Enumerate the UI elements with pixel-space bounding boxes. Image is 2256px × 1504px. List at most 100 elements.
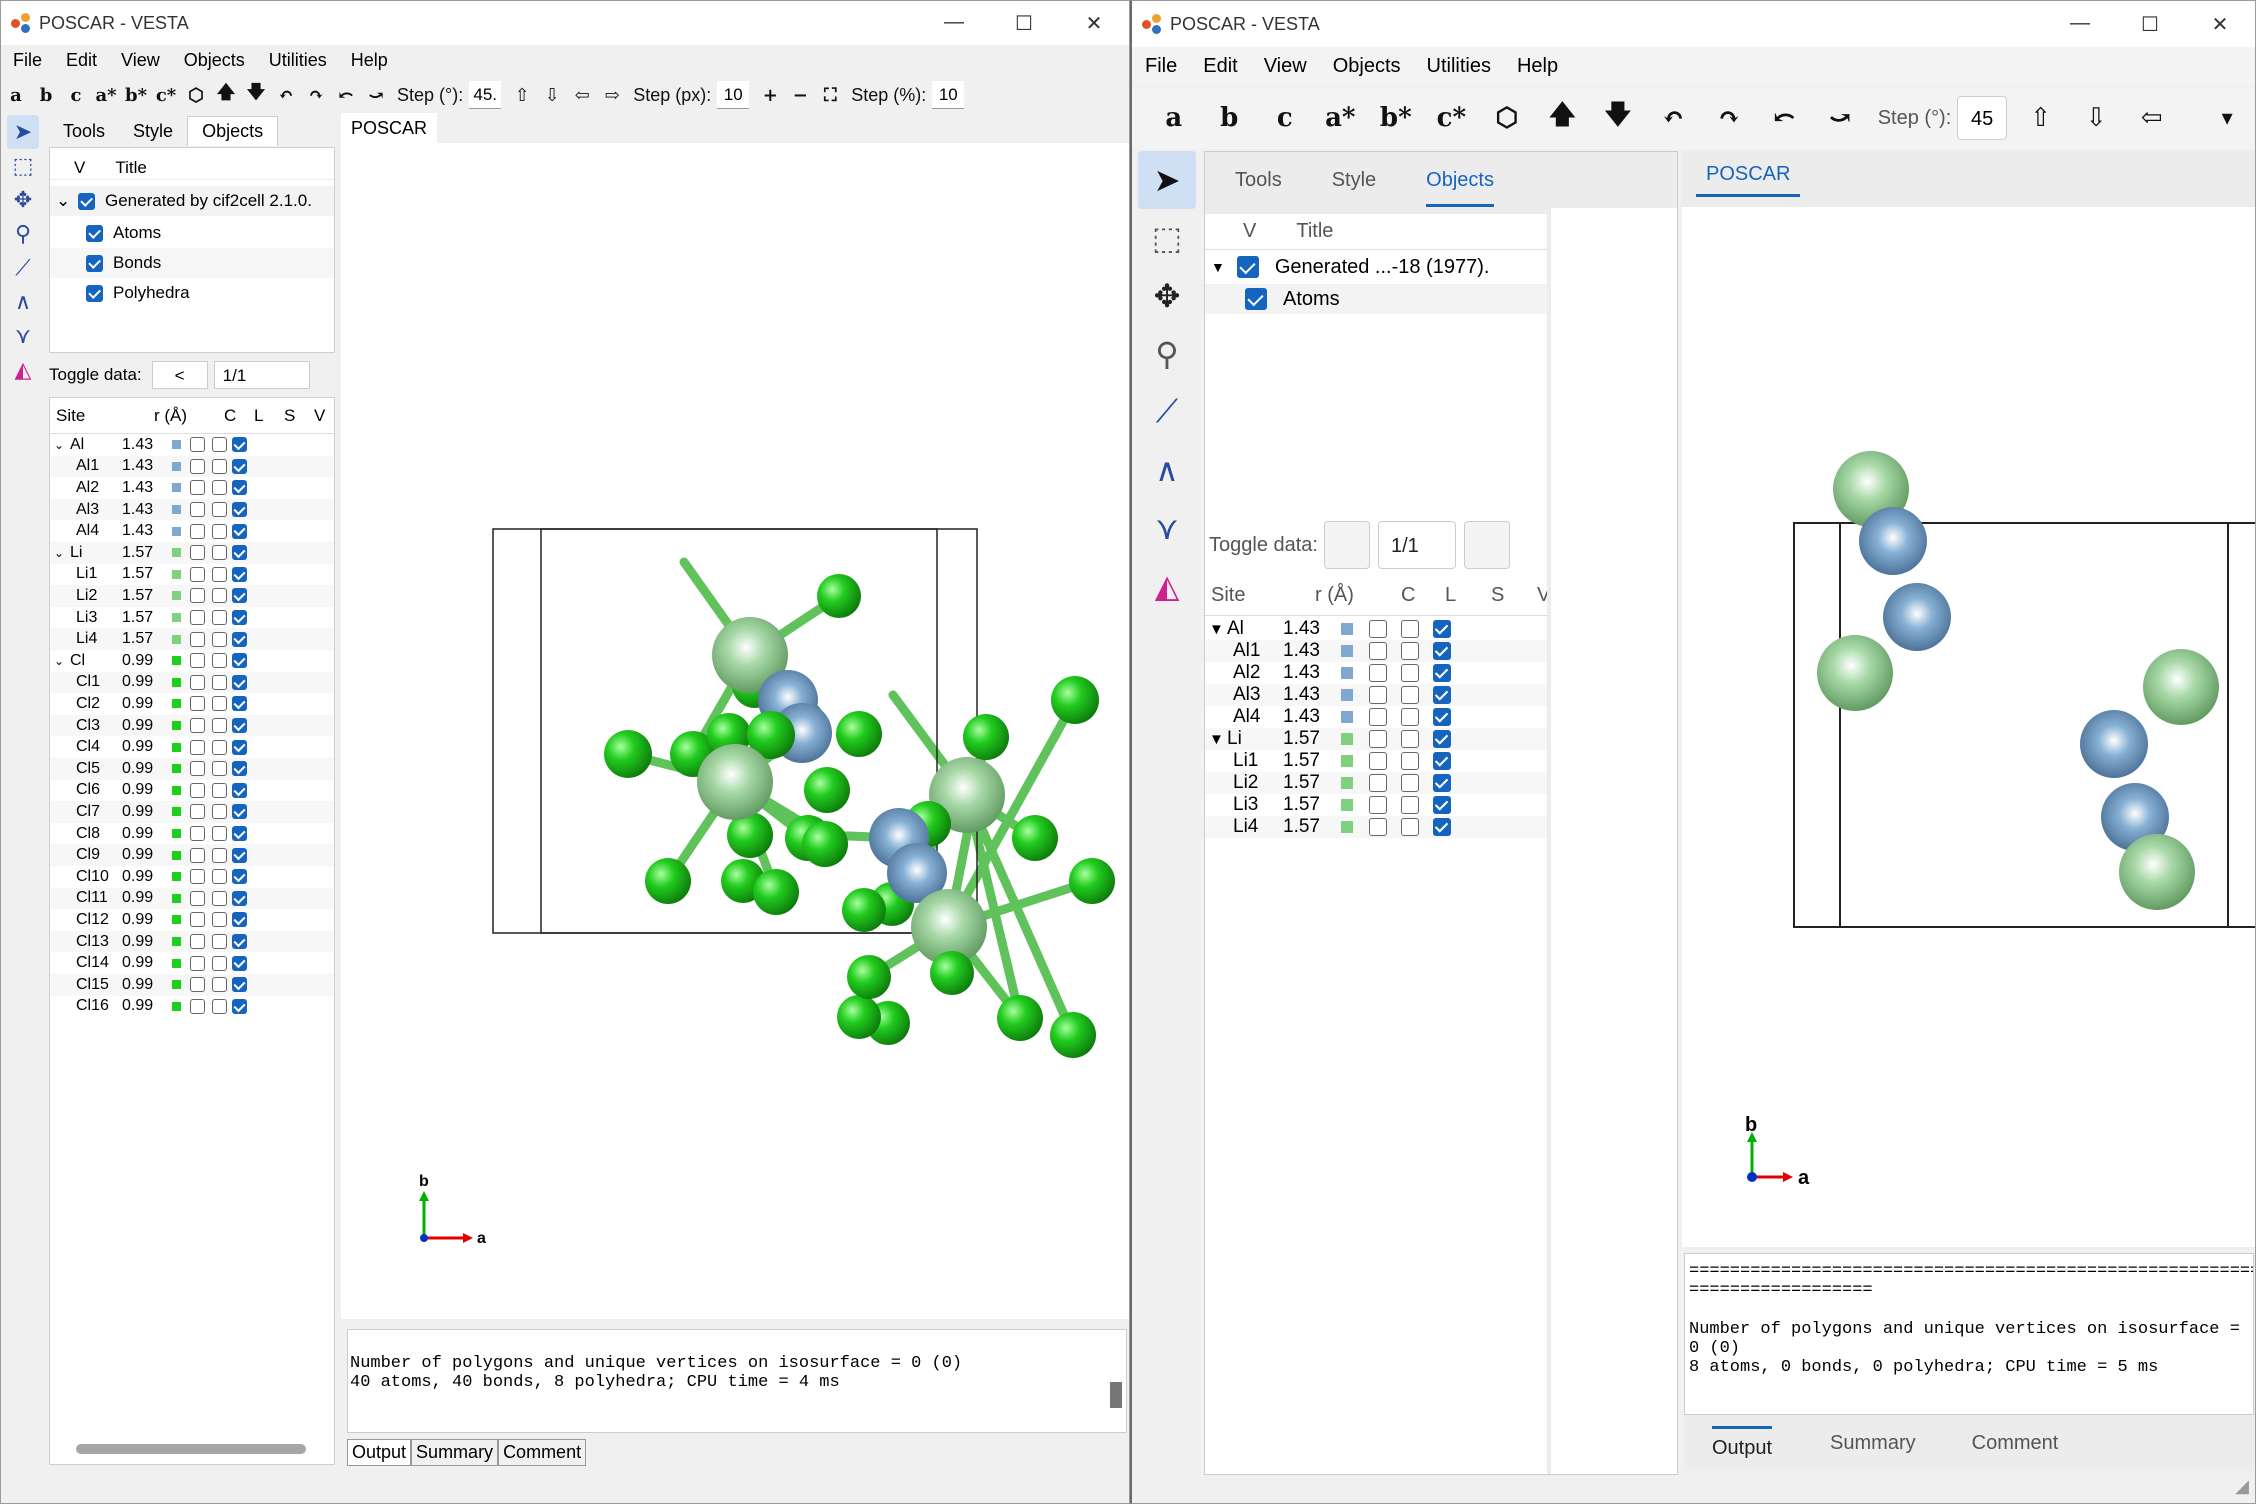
close-icon[interactable]: ✕ bbox=[2185, 12, 2255, 37]
site-row[interactable]: Cl14 0.99 bbox=[50, 952, 334, 974]
translate-down-icon[interactable]: ⇩ bbox=[2068, 103, 2124, 133]
color-swatch[interactable] bbox=[172, 483, 181, 493]
label-checkbox[interactable] bbox=[1369, 796, 1387, 814]
select-arrow-icon[interactable]: ➤ bbox=[7, 115, 39, 149]
site-row[interactable]: Cl15 0.99 bbox=[50, 974, 334, 996]
visible-checkbox[interactable] bbox=[232, 718, 247, 734]
label-checkbox[interactable] bbox=[1369, 752, 1387, 770]
rotate-left-icon[interactable]: ↶ bbox=[271, 85, 301, 106]
view-c-star-button[interactable]: c* bbox=[1424, 103, 1480, 133]
select-region-icon[interactable]: ⬚ bbox=[7, 149, 39, 183]
al-atom[interactable] bbox=[1859, 507, 1927, 575]
style-checkbox[interactable] bbox=[212, 998, 227, 1014]
cl-atom[interactable] bbox=[1069, 858, 1115, 904]
cl-atom[interactable] bbox=[604, 730, 652, 778]
toggle-prev-button[interactable] bbox=[1323, 521, 1370, 569]
style-checkbox[interactable] bbox=[1401, 708, 1419, 726]
magnify-icon[interactable]: ⚲ bbox=[7, 217, 39, 251]
site-row[interactable]: Cl16 0.99 bbox=[50, 996, 334, 1018]
label-checkbox[interactable] bbox=[190, 934, 205, 950]
menu-help[interactable]: Help bbox=[339, 50, 400, 71]
rotate-right-icon[interactable]: ↷ bbox=[1701, 103, 1757, 133]
style-checkbox[interactable] bbox=[212, 674, 227, 690]
label-checkbox[interactable] bbox=[190, 653, 205, 669]
structure-viewer[interactable]: b a bbox=[341, 143, 1129, 1319]
visible-checkbox[interactable] bbox=[1433, 708, 1451, 726]
label-checkbox[interactable] bbox=[1369, 664, 1387, 682]
visible-checkbox[interactable] bbox=[1433, 642, 1451, 660]
li-atom[interactable] bbox=[1817, 635, 1893, 711]
label-checkbox[interactable] bbox=[190, 696, 205, 712]
toggle-data-field[interactable]: 1/1 bbox=[213, 361, 310, 389]
site-row[interactable]: Cl1 0.99 bbox=[50, 671, 334, 694]
color-swatch[interactable] bbox=[172, 980, 181, 990]
style-checkbox[interactable] bbox=[212, 458, 227, 474]
li-atom[interactable] bbox=[2119, 834, 2195, 910]
label-checkbox[interactable] bbox=[190, 804, 205, 820]
view-c-button[interactable]: c bbox=[61, 85, 91, 106]
style-checkbox[interactable] bbox=[1401, 664, 1419, 682]
site-row[interactable]: ⌄ Al 1.43 bbox=[50, 434, 334, 456]
tab-objects[interactable]: Objects bbox=[1426, 169, 1494, 207]
label-checkbox[interactable] bbox=[190, 955, 205, 971]
site-row[interactable]: Al2 1.43 bbox=[1205, 662, 1547, 684]
color-swatch[interactable] bbox=[172, 461, 181, 471]
visible-checkbox[interactable] bbox=[232, 934, 247, 950]
polyhedron-icon[interactable]: ⬡ bbox=[1479, 103, 1535, 133]
cl-atom[interactable] bbox=[847, 955, 891, 999]
label-checkbox[interactable] bbox=[190, 610, 205, 626]
style-checkbox[interactable] bbox=[1401, 620, 1419, 638]
cl-atom[interactable] bbox=[842, 888, 886, 932]
style-checkbox[interactable] bbox=[212, 610, 227, 626]
color-swatch[interactable] bbox=[172, 440, 181, 450]
rotate-down-icon[interactable]: 🡇 bbox=[241, 80, 271, 110]
style-checkbox[interactable] bbox=[212, 718, 227, 734]
dihedral-icon[interactable]: ⋎ bbox=[1138, 499, 1196, 557]
label-checkbox[interactable] bbox=[190, 480, 205, 496]
color-swatch[interactable] bbox=[1341, 799, 1353, 811]
style-checkbox[interactable] bbox=[212, 480, 227, 496]
style-checkbox[interactable] bbox=[212, 782, 227, 798]
label-checkbox[interactable] bbox=[190, 718, 205, 734]
site-row[interactable]: ▼ Al 1.43 bbox=[1205, 618, 1547, 640]
label-checkbox[interactable] bbox=[190, 847, 205, 863]
visible-checkbox[interactable] bbox=[232, 912, 247, 928]
label-checkbox[interactable] bbox=[190, 437, 205, 453]
color-swatch[interactable] bbox=[172, 1001, 181, 1011]
visible-checkbox[interactable] bbox=[232, 826, 247, 842]
label-checkbox[interactable] bbox=[190, 782, 205, 798]
color-swatch[interactable] bbox=[172, 569, 181, 579]
site-row[interactable]: Al4 1.43 bbox=[1205, 706, 1547, 728]
select-region-icon[interactable]: ⬚ bbox=[1138, 209, 1196, 267]
cl-atom[interactable] bbox=[837, 995, 881, 1039]
cl-atom[interactable] bbox=[930, 951, 974, 995]
cl-atom[interactable] bbox=[645, 858, 691, 904]
color-swatch[interactable] bbox=[172, 958, 181, 968]
menu-help[interactable]: Help bbox=[1504, 55, 1571, 78]
lattice-plane-icon[interactable]: ◭ bbox=[1138, 557, 1196, 615]
visible-checkbox[interactable] bbox=[232, 631, 247, 647]
color-swatch[interactable] bbox=[172, 829, 181, 839]
label-checkbox[interactable] bbox=[1369, 774, 1387, 792]
menu-edit[interactable]: Edit bbox=[1190, 55, 1250, 78]
label-checkbox[interactable] bbox=[190, 977, 205, 993]
style-checkbox[interactable] bbox=[1401, 686, 1419, 704]
site-row[interactable]: Li2 1.57 bbox=[1205, 772, 1547, 794]
site-row[interactable]: Cl13 0.99 bbox=[50, 930, 334, 953]
cl-atom[interactable] bbox=[1012, 815, 1058, 861]
view-a-button[interactable]: a bbox=[1, 85, 31, 106]
style-checkbox[interactable] bbox=[212, 934, 227, 950]
tab-comment[interactable]: Comment bbox=[498, 1439, 587, 1466]
visible-checkbox[interactable] bbox=[232, 998, 247, 1014]
structure-canvas[interactable]: b a bbox=[341, 143, 1129, 1319]
visible-checkbox[interactable] bbox=[1433, 620, 1451, 638]
label-checkbox[interactable] bbox=[190, 890, 205, 906]
tree-row-root[interactable]: ▼ Generated ...-18 (1977). bbox=[1205, 252, 1547, 282]
label-checkbox[interactable] bbox=[1369, 642, 1387, 660]
site-row[interactable]: Li3 1.57 bbox=[1205, 794, 1547, 816]
menu-utilities[interactable]: Utilities bbox=[257, 50, 339, 71]
label-checkbox[interactable] bbox=[190, 739, 205, 755]
color-swatch[interactable] bbox=[172, 721, 181, 731]
visible-checkbox[interactable] bbox=[232, 977, 247, 993]
menu-objects[interactable]: Objects bbox=[1320, 55, 1414, 78]
